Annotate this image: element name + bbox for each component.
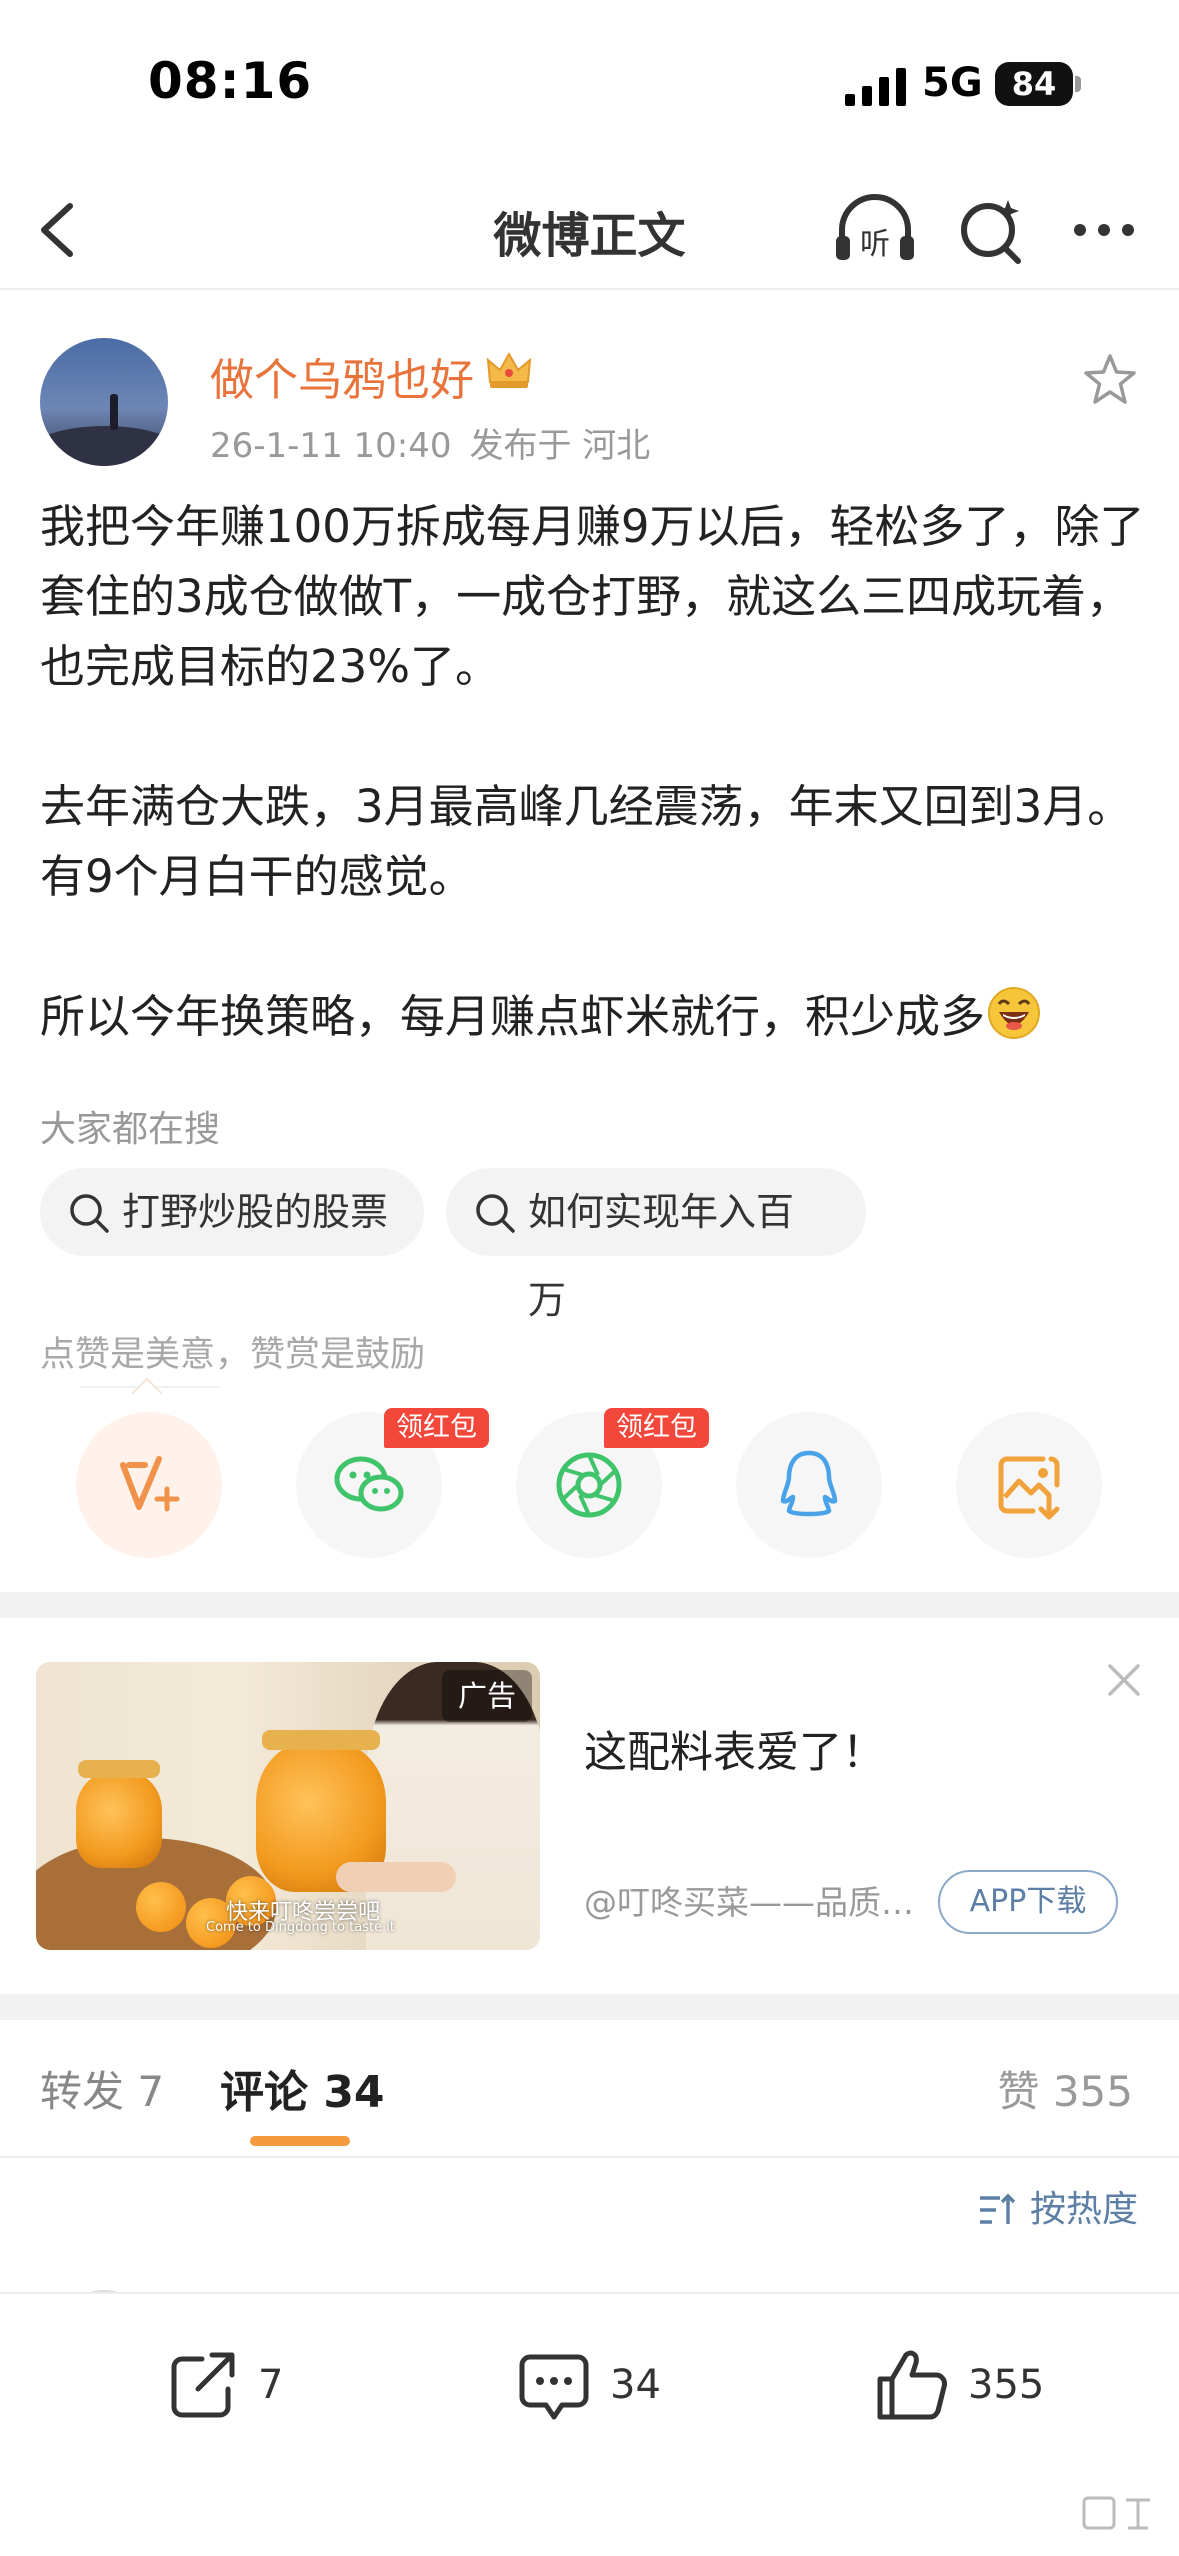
status-time: 08:16 (148, 52, 313, 110)
tab-like[interactable]: 赞 355 (997, 2058, 1133, 2119)
like-count: 355 (968, 2362, 1045, 2408)
share-qq-button[interactable] (736, 1412, 882, 1558)
listen-headphones-icon[interactable]: 听 (832, 194, 918, 266)
post-timestamp: 26-1-11 10:40 (210, 426, 452, 466)
search-suggestions-title: 大家都在搜 (40, 1109, 221, 1150)
laughing-emoji-icon (988, 987, 1041, 1039)
post-paragraph-1: 我把今年赚100万拆成每月赚9万以后，轻松多了，除了套住的3成仓做做T，一成仓打… (40, 500, 1145, 693)
search-icon (476, 1194, 515, 1233)
search-chip[interactable]: 如何实现年入百万 (446, 1168, 866, 1322)
favorite-star-icon[interactable] (1082, 352, 1138, 408)
author-name[interactable]: 做个乌鸦也好 (210, 344, 474, 408)
listen-label: 听 (860, 227, 890, 262)
crown-icon (486, 351, 532, 388)
tab-comment[interactable]: 评论 34 (220, 2056, 385, 2120)
comment-icon (519, 2354, 589, 2420)
ad-image-caption-en: Come to Dingdong to taste it (206, 1920, 395, 1935)
battery-tip (1075, 76, 1081, 92)
active-tab-indicator (250, 2136, 350, 2146)
sort-by-hot-button[interactable]: 按热度 (978, 2180, 1138, 2240)
reward-button[interactable] (76, 1412, 222, 1558)
ad-tag: 广告 (442, 1670, 532, 1722)
sort-icon (980, 2193, 1016, 2224)
comment-button[interactable]: 34 (514, 2340, 661, 2430)
red-packet-badge: 领红包 (604, 1408, 709, 1448)
search-chip[interactable]: 打野炒股的股票 (40, 1168, 424, 1256)
ad-title[interactable]: 这配料表爱了！ (584, 1718, 885, 1780)
search-icon (70, 1194, 109, 1233)
app-download-button[interactable]: APP下载 (938, 1870, 1118, 1934)
close-icon[interactable] (1104, 1660, 1144, 1700)
search-icon[interactable] (956, 194, 1026, 266)
repost-button[interactable]: 7 (162, 2340, 283, 2430)
reward-v-icon (120, 1456, 180, 1512)
reward-title: 点赞是美意，赞赏是鼓励 (40, 1335, 426, 1375)
more-options-icon[interactable] (1068, 194, 1140, 266)
thumbs-up-icon (877, 2350, 947, 2420)
red-packet-badge: 领红包 (384, 1408, 489, 1448)
moments-icon (556, 1452, 622, 1518)
post-paragraph-2: 去年满仓大跌，3月最高峰几经震荡，年末又回到3月。有9个月白干的感觉。 (40, 780, 1133, 903)
pointer-notch (131, 1377, 163, 1409)
bottom-action-bar: 7 34 355 (0, 2292, 1179, 2556)
post-body: 我把今年赚100万拆成每月赚9万以后，轻松多了，除了套住的3成仓做做T，一成仓打… (40, 492, 1150, 1052)
repost-icon (171, 2352, 235, 2418)
nav-bar: 微博正文 听 (0, 170, 1179, 290)
section-separator (0, 1994, 1179, 2020)
post-meta: 26-1-11 10:40 发布于 河北 (210, 418, 668, 467)
network-type: 5G (922, 60, 983, 106)
section-separator (0, 1592, 1179, 1618)
float-window-icon[interactable] (1082, 2494, 1152, 2534)
tab-repost[interactable]: 转发 7 (40, 2058, 164, 2119)
status-bar: 08:16 5G 84 (0, 0, 1179, 170)
cellular-signal-icon (845, 68, 906, 106)
avatar[interactable] (40, 338, 168, 466)
search-chip-label: 如何实现年入百万 (528, 1190, 795, 1322)
qq-icon (780, 1450, 838, 1517)
interaction-tabs: 转发 7 评论 34 赞 355 (0, 2020, 1179, 2158)
ad-source: @叮咚买菜——品质… (584, 1883, 914, 1922)
battery-icon: 84 (995, 62, 1073, 106)
repost-count: 7 (258, 2362, 284, 2408)
sort-label: 按热度 (1030, 2189, 1139, 2230)
post-location: 发布于 河北 (469, 426, 651, 466)
comment-count: 34 (610, 2362, 661, 2408)
wechat-icon (334, 1456, 404, 1512)
post-paragraph-3: 所以今年换策略，每月赚点虾米就行，积少成多 (40, 982, 1150, 1052)
save-image-icon (998, 1456, 1060, 1520)
post-paragraph-3-text: 所以今年换策略，每月赚点虾米就行，积少成多 (40, 990, 986, 1043)
save-image-button[interactable] (956, 1412, 1102, 1558)
like-button[interactable]: 355 (872, 2340, 1044, 2430)
search-chip-label: 打野炒股的股票 (122, 1190, 389, 1234)
